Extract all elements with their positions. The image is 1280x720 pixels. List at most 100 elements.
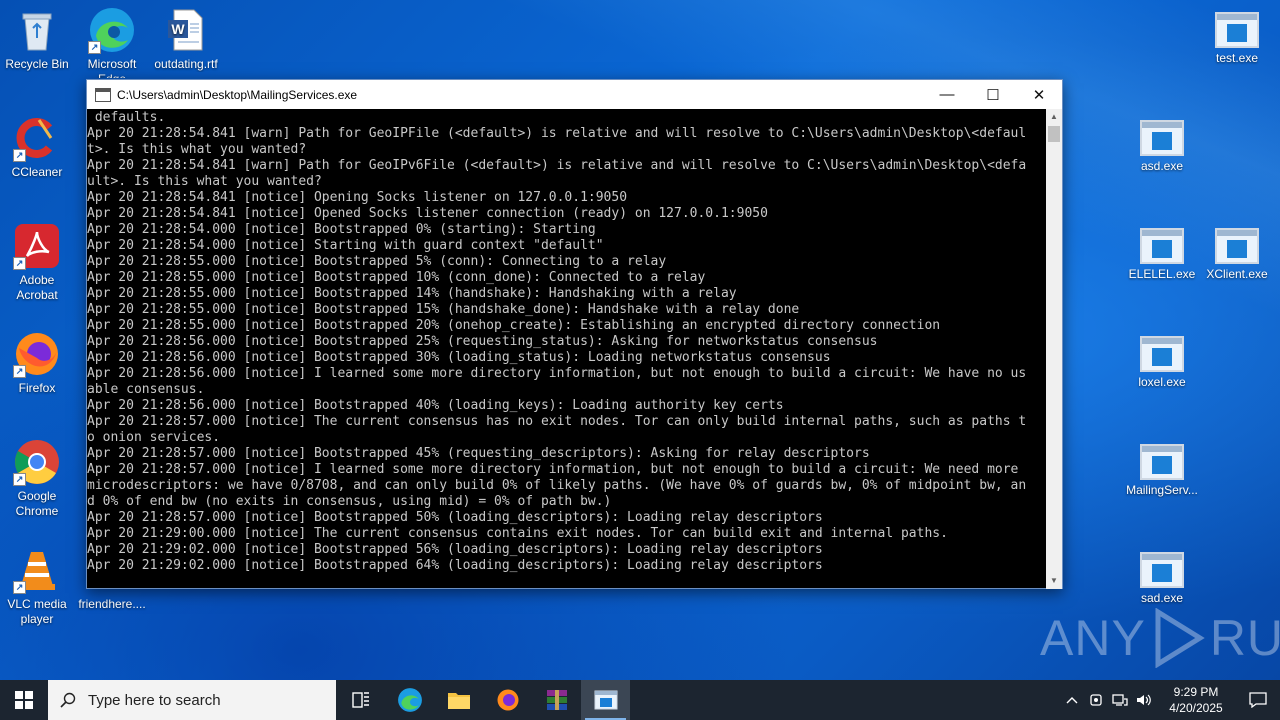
executable-icon (1215, 228, 1259, 264)
desktop-icon-edge[interactable]: ↗ Microsoft Edge (73, 6, 151, 78)
console-line: Apr 20 21:29:02.000 [notice] Bootstrappe… (87, 558, 823, 573)
console-line: ult>. Is this what you wanted? (87, 174, 322, 189)
executable-icon (1140, 120, 1184, 156)
taskbar-firefox[interactable] (483, 680, 532, 720)
volume-icon[interactable] (1132, 693, 1156, 707)
console-line: Apr 20 21:28:54.841 [notice] Opening Soc… (87, 190, 628, 205)
desktop-icon-google-chrome[interactable]: ↗ Google Chrome (0, 438, 76, 519)
chevron-up-icon[interactable] (1060, 696, 1084, 704)
shortcut-arrow-icon: ↗ (13, 473, 26, 486)
vlc-cone-icon: ↗ (13, 546, 61, 594)
firefox-icon (497, 689, 518, 711)
scroll-up-arrow-icon[interactable]: ▲ (1046, 109, 1062, 125)
executable-icon (1140, 336, 1184, 372)
anyrun-watermark: ANY RUN (1040, 608, 1280, 668)
icon-label: loxel.exe (1138, 375, 1186, 389)
console-line: Apr 20 21:28:56.000 [notice] I learned s… (87, 366, 1027, 381)
shortcut-arrow-icon: ↗ (88, 41, 101, 54)
icon-label: Firefox (18, 381, 56, 395)
desktop-icon-ccleaner[interactable]: ↗ CCleaner (0, 114, 76, 180)
console-line: Apr 20 21:28:56.000 [notice] Bootstrappe… (87, 398, 784, 413)
icon-label: outdating.rtf (154, 57, 218, 71)
executable-icon (1140, 552, 1184, 588)
chrome-icon: ↗ (13, 438, 61, 486)
desktop-icon-adobe-acrobat[interactable]: ↗ Adobe Acrobat (0, 222, 76, 303)
window-title: C:\Users\admin\Desktop\MailingServices.e… (117, 87, 358, 102)
notifications-button[interactable] (1236, 692, 1280, 708)
console-line: Apr 20 21:28:56.000 [notice] Bootstrappe… (87, 334, 878, 349)
desktop-icon-firefox[interactable]: ↗ Firefox (0, 330, 76, 396)
console-line: Apr 20 21:28:55.000 [notice] Bootstrappe… (87, 254, 667, 269)
desktop-icon-mailingservices-exe[interactable]: MailingServ... (1123, 438, 1201, 498)
task-view-button[interactable] (336, 680, 385, 720)
icon-label: MailingServ... (1126, 483, 1198, 497)
console-line: Apr 20 21:28:57.000 [notice] Bootstrappe… (87, 446, 870, 461)
icon-label: XClient.exe (1206, 267, 1268, 281)
clock[interactable]: 9:29 PM 4/20/2025 (1156, 684, 1236, 716)
console-line: Apr 20 21:28:54.841 [notice] Opened Sock… (87, 206, 768, 221)
taskbar-winrar[interactable] (532, 680, 581, 720)
executable-icon (1215, 12, 1259, 48)
search-icon (48, 692, 88, 708)
desktop-icon-xclient-exe[interactable]: XClient.exe (1198, 222, 1276, 282)
console-line: Apr 20 21:28:57.000 [notice] I learned s… (87, 462, 1019, 477)
play-triangle-icon (1155, 608, 1205, 668)
ccleaner-icon: ↗ (13, 114, 61, 162)
watermark-text-left: ANY (1040, 610, 1146, 666)
winrar-icon (546, 690, 567, 710)
icon-label: Google Chrome (15, 489, 59, 518)
console-line: Apr 20 21:28:57.000 [notice] Bootstrappe… (87, 510, 823, 525)
desktop-icon-loxel-exe[interactable]: loxel.exe (1123, 330, 1201, 390)
icon-label: friendhere.... (78, 597, 146, 611)
close-button[interactable]: ✕ (1016, 80, 1062, 109)
console-line: Apr 20 21:29:00.000 [notice] The current… (87, 526, 948, 541)
shortcut-arrow-icon: ↗ (13, 365, 26, 378)
icon-label: CCleaner (11, 165, 63, 179)
maximize-button[interactable]: ☐ (970, 80, 1016, 109)
console-line: Apr 20 21:28:54.000 [notice] Starting wi… (87, 238, 604, 253)
search-placeholder: Type here to search (88, 691, 221, 709)
scroll-down-arrow-icon[interactable]: ▼ (1046, 573, 1062, 589)
console-window[interactable]: C:\Users\admin\Desktop\MailingServices.e… (86, 79, 1063, 589)
console-line: d 0% of end bw (no exits in consensus, u… (87, 494, 612, 509)
desktop-icon-sad-exe[interactable]: sad.exe (1123, 546, 1201, 606)
taskbar-search-box[interactable]: Type here to search (48, 680, 336, 720)
windows-logo-icon (15, 691, 33, 709)
desktop-icon-outdating-rtf[interactable]: W outdating.rtf (147, 6, 225, 72)
desktop-icon-asd-exe[interactable]: asd.exe (1123, 114, 1201, 174)
console-line: Apr 20 21:28:54.841 [warn] Path for GeoI… (87, 126, 1027, 141)
desktop-icon-vlc[interactable]: ↗ VLC media player (0, 546, 76, 627)
notification-icon (1249, 692, 1267, 708)
console-line: microdescriptors: we have 0/8708, and ca… (87, 478, 1027, 493)
desktop-icon-test-exe[interactable]: test.exe (1198, 6, 1276, 66)
desktop: Recycle Bin ↗ Microsoft Edge W outdating… (0, 0, 1280, 680)
clock-time: 9:29 PM (1173, 685, 1219, 699)
network-icon[interactable] (1108, 693, 1132, 707)
console-line: o onion services. (87, 430, 221, 445)
console-line: Apr 20 21:29:02.000 [notice] Bootstrappe… (87, 542, 823, 557)
svg-text:W: W (171, 21, 185, 37)
clock-date: 4/20/2025 (1169, 701, 1223, 715)
console-line: Apr 20 21:28:55.000 [notice] Bootstrappe… (87, 318, 941, 333)
watermark-text-right: RUN (1209, 610, 1280, 666)
edge-icon (397, 688, 422, 712)
vertical-scrollbar[interactable]: ▲ ▼ (1046, 109, 1062, 589)
desktop-icon-elelel-exe[interactable]: ELELEL.exe (1123, 222, 1201, 282)
scrollbar-thumb[interactable] (1048, 126, 1060, 142)
start-button[interactable] (0, 680, 48, 720)
window-titlebar[interactable]: C:\Users\admin\Desktop\MailingServices.e… (87, 80, 1062, 109)
minimize-button[interactable]: — (924, 80, 970, 109)
taskbar: Type here to search 9:29 PM 4/20/2025 (0, 680, 1280, 720)
shortcut-arrow-icon: ↗ (13, 257, 26, 270)
console-window-icon (594, 690, 617, 710)
icon-label: Recycle Bin (5, 57, 69, 71)
console-line: Apr 20 21:28:55.000 [notice] Bootstrappe… (87, 270, 706, 285)
taskbar-file-explorer[interactable] (434, 680, 483, 720)
security-icon[interactable] (1084, 693, 1108, 707)
desktop-icon-recycle-bin[interactable]: Recycle Bin (0, 6, 76, 72)
taskbar-edge[interactable] (385, 680, 434, 720)
console-output[interactable]: defaults. Apr 20 21:28:54.841 [warn] Path… (87, 109, 1047, 589)
taskbar-console-window[interactable] (581, 680, 630, 720)
console-line: able consensus. (87, 382, 205, 397)
icon-label: Microsoft Edge (87, 57, 137, 78)
